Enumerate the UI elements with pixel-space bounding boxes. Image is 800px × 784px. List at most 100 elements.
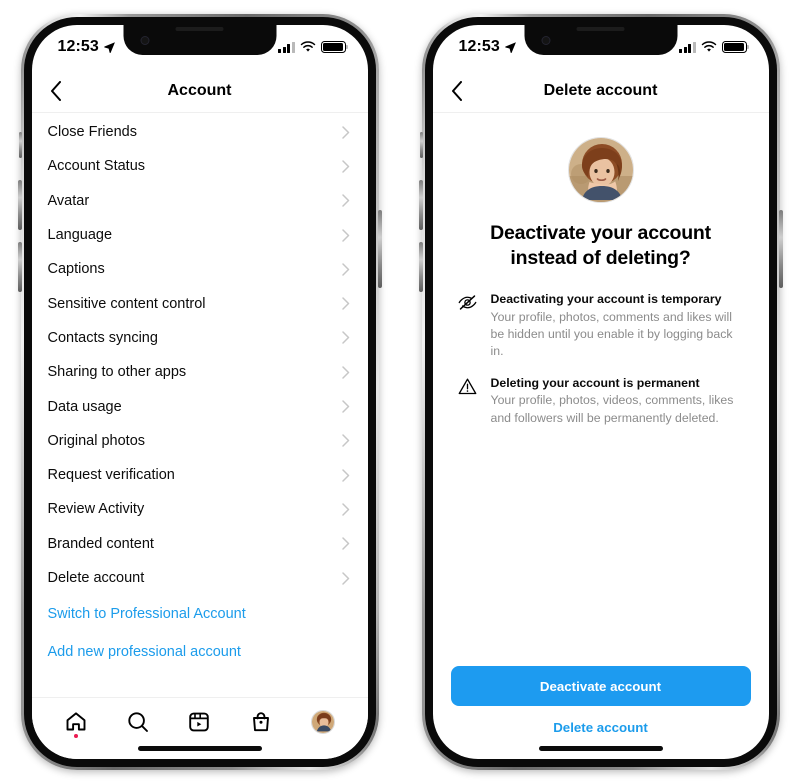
silence-switch[interactable] xyxy=(18,132,22,158)
list-item-contacts-syncing[interactable]: Contacts syncing xyxy=(32,321,368,355)
list-item-label: Language xyxy=(47,227,113,244)
list-item-account-status[interactable]: Account Status xyxy=(32,149,368,183)
list-item-avatar[interactable]: Avatar xyxy=(32,184,368,218)
chevron-right-icon xyxy=(341,331,349,345)
bullet-icon-wrap xyxy=(457,375,478,428)
back-button[interactable] xyxy=(451,80,481,101)
front-camera xyxy=(541,36,550,45)
status-time: 12:53 xyxy=(458,38,500,55)
list-item-sensitive-content-control[interactable]: Sensitive content control xyxy=(32,286,368,320)
deactivate-account-button[interactable]: Deactivate account xyxy=(450,666,751,706)
list-item-label: Avatar xyxy=(47,192,90,209)
power-button[interactable] xyxy=(377,210,382,288)
back-button[interactable] xyxy=(50,80,80,101)
tab-profile[interactable] xyxy=(301,705,345,739)
chevron-right-icon xyxy=(341,228,349,242)
bullet-heading: Deleting your account is permanent xyxy=(490,375,700,390)
notification-badge-dot xyxy=(74,733,79,738)
chevron-right-icon xyxy=(341,571,349,585)
bullet-text: Deactivating your account is temporary Y… xyxy=(491,291,745,361)
bullet-body: Your profile, photos, videos, comments, … xyxy=(490,393,734,425)
list-item-branded-content[interactable]: Branded content xyxy=(32,527,368,561)
link-switch-to-professional-account[interactable]: Switch to Professional Account xyxy=(32,595,368,633)
action-buttons: Deactivate account Delete account xyxy=(433,666,769,735)
home-icon xyxy=(66,711,86,730)
chevron-right-icon xyxy=(341,263,349,276)
front-camera xyxy=(140,36,149,45)
eye-slash-icon xyxy=(458,295,476,310)
list-item-delete-account[interactable]: Delete account xyxy=(32,561,368,595)
list-item-label: Contacts syncing xyxy=(47,329,158,346)
tab-search[interactable] xyxy=(116,705,160,739)
chevron-right-icon xyxy=(341,400,349,413)
page-title: Account xyxy=(167,81,232,99)
silence-switch[interactable] xyxy=(419,132,423,158)
list-item-sharing-to-other-apps[interactable]: Sharing to other apps xyxy=(32,355,368,389)
volume-down-button[interactable] xyxy=(17,242,22,292)
status-time-group: 12:53 xyxy=(459,38,517,56)
phone-left: 12:53 Account Close Friends Account Stat… xyxy=(17,14,382,770)
earpiece-speaker xyxy=(175,27,224,31)
chevron-right-icon xyxy=(341,125,349,139)
status-time: 12:53 xyxy=(57,38,99,55)
location-arrow-icon xyxy=(505,41,516,53)
nav-bar-account: Account xyxy=(31,69,368,113)
list-item-captions[interactable]: Captions xyxy=(32,252,368,286)
list-item-review-activity[interactable]: Review Activity xyxy=(32,492,368,526)
list-item-request-verification[interactable]: Request verification xyxy=(32,458,368,492)
chevron-left-icon xyxy=(50,80,61,101)
link-add-new-professional-account[interactable]: Add new professional account xyxy=(32,633,368,671)
power-button[interactable] xyxy=(778,210,783,288)
home-indicator xyxy=(137,746,262,751)
list-item-label: Review Activity xyxy=(47,501,145,518)
delete-account-content: Deactivate your account instead of delet… xyxy=(433,137,769,427)
reels-icon xyxy=(189,712,210,731)
list-item-label: Account Status xyxy=(47,158,146,175)
volume-up-button[interactable] xyxy=(17,180,22,230)
status-time-group: 12:53 xyxy=(58,38,116,56)
list-item-label: Data usage xyxy=(47,398,122,415)
shop-bag-icon xyxy=(253,711,270,731)
status-indicators xyxy=(278,41,348,53)
settings-list: Close Friends Account Status Avatar Lang… xyxy=(32,113,368,671)
tab-home[interactable] xyxy=(54,705,98,739)
list-item-original-photos[interactable]: Original photos xyxy=(32,424,368,458)
tab-reels[interactable] xyxy=(177,705,221,739)
chevron-right-icon xyxy=(341,160,349,173)
tab-shop[interactable] xyxy=(239,705,283,739)
notch xyxy=(524,25,677,55)
list-item-label: Branded content xyxy=(47,535,154,552)
link-label: Add new professional account xyxy=(47,644,241,661)
list-item-label: Original photos xyxy=(47,432,146,449)
volume-up-button[interactable] xyxy=(418,180,423,230)
chevron-right-icon xyxy=(341,468,349,482)
list-item-label: Close Friends xyxy=(47,124,137,141)
volume-down-button[interactable] xyxy=(418,242,423,292)
warning-triangle-icon xyxy=(458,378,476,395)
bullet-body: Your profile, photos, comments and likes… xyxy=(490,309,733,359)
info-bullet-list: Deactivating your account is temporary Y… xyxy=(457,291,745,427)
notch xyxy=(123,25,276,55)
list-item-language[interactable]: Language xyxy=(32,218,368,252)
chevron-right-icon xyxy=(341,503,349,516)
list-item-data-usage[interactable]: Data usage xyxy=(32,389,368,423)
list-item-label: Sharing to other apps xyxy=(47,364,187,381)
chevron-left-icon xyxy=(451,80,462,101)
chevron-right-icon xyxy=(341,365,349,379)
home-indicator xyxy=(538,746,663,751)
avatar-photo xyxy=(568,138,633,202)
bullet-deactivating-temporary: Deactivating your account is temporary Y… xyxy=(457,291,745,361)
list-item-close-friends[interactable]: Close Friends xyxy=(32,115,368,149)
profile-avatar-icon xyxy=(310,709,335,734)
chevron-right-icon xyxy=(341,297,349,310)
link-label: Switch to Professional Account xyxy=(47,606,246,623)
bullet-heading: Deactivating your account is temporary xyxy=(490,291,722,306)
chevron-right-icon xyxy=(341,194,349,207)
status-indicators xyxy=(679,41,749,53)
chevron-right-icon xyxy=(341,434,349,448)
delete-account-button[interactable]: Delete account xyxy=(451,720,751,735)
page-title: Delete account xyxy=(543,81,658,99)
list-item-label: Delete account xyxy=(47,570,145,586)
screen-account-settings: 12:53 Account Close Friends Account Stat… xyxy=(31,25,368,759)
search-icon xyxy=(128,711,148,732)
